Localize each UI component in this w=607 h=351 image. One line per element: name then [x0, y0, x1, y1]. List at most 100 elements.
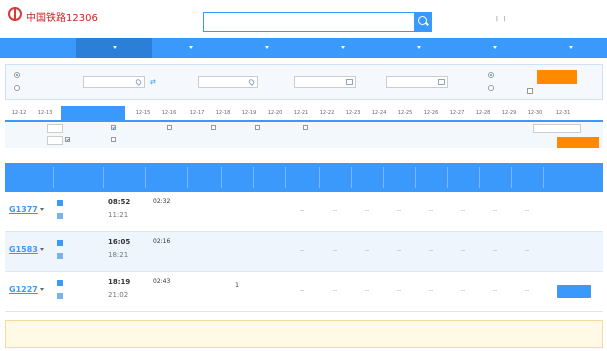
notice-box: [5, 320, 603, 348]
nav-home[interactable]: [0, 38, 76, 58]
adult-radio[interactable]: [488, 72, 494, 78]
date-tab[interactable]: 12-30: [523, 106, 547, 120]
col-times[interactable]: [103, 163, 145, 192]
chevron-down-icon[interactable]: [40, 288, 44, 291]
chevron-down-icon[interactable]: [40, 248, 44, 251]
nav-group[interactable]: [152, 38, 228, 58]
nav-business[interactable]: [380, 38, 456, 58]
date-tab[interactable]: 12-27: [445, 106, 469, 120]
seat-second: [253, 282, 285, 285]
filter-d[interactable]: [167, 125, 173, 131]
date-tab[interactable]: 12-21: [289, 106, 313, 120]
date-tab[interactable]: 12-26: [419, 106, 443, 120]
end-station-icon: [57, 212, 63, 219]
purpose-checkbox[interactable]: [527, 88, 533, 94]
student-radio[interactable]: [488, 85, 494, 91]
date-tab[interactable]: 12-20: [263, 106, 287, 120]
col-duration[interactable]: [145, 163, 187, 192]
calendar-icon[interactable]: [438, 79, 445, 85]
seat-first: [221, 242, 253, 245]
date-tab[interactable]: 12-12: [7, 106, 31, 120]
swap-stations-icon[interactable]: ⇄: [150, 78, 160, 86]
filter-gc[interactable]: [111, 125, 117, 131]
seat-empty: --: [492, 247, 498, 254]
checkbox-checked[interactable]: [111, 125, 116, 130]
query-button[interactable]: [537, 70, 577, 84]
chevron-down-icon: [341, 46, 345, 49]
col-emu-sleeper: [351, 163, 383, 192]
site-logo[interactable]: 中国铁路12306: [8, 5, 98, 33]
train-type-all[interactable]: [47, 124, 63, 133]
date-tab-active[interactable]: [61, 106, 125, 120]
checkbox[interactable]: [255, 125, 260, 130]
filter-button[interactable]: [557, 137, 599, 148]
user-area: | |: [490, 16, 602, 28]
date-tab[interactable]: 12-31: [551, 106, 575, 120]
date-tab[interactable]: 12-25: [393, 106, 417, 120]
seat-empty: --: [396, 247, 402, 254]
chevron-down-icon[interactable]: [40, 208, 44, 211]
nav-tickets[interactable]: [76, 38, 152, 58]
col-other: [511, 163, 543, 192]
from-station[interactable]: [57, 279, 64, 286]
book-button[interactable]: [557, 285, 591, 298]
seat-first: 1: [221, 282, 253, 292]
seat-second: [253, 242, 285, 245]
date-tab[interactable]: 12-29: [497, 106, 521, 120]
date-tab[interactable]: 12-23: [341, 106, 365, 120]
depart-time-select[interactable]: [533, 124, 581, 133]
checkbox[interactable]: [111, 137, 116, 142]
site-search-input[interactable]: [208, 16, 398, 28]
to-station[interactable]: [57, 212, 64, 219]
date-tab[interactable]: 12-28: [471, 106, 495, 120]
train-number-link[interactable]: G1227: [9, 285, 38, 294]
date-tab[interactable]: 12-24: [367, 106, 391, 120]
checkbox[interactable]: [211, 125, 216, 130]
station-all[interactable]: [47, 136, 63, 145]
col-remark: [543, 163, 603, 192]
date-tab[interactable]: 12-17: [185, 106, 209, 120]
oneway-radio[interactable]: [14, 72, 20, 78]
col-stations[interactable]: [53, 163, 103, 192]
checkbox[interactable]: [303, 125, 308, 130]
logo-title: 中国铁路12306: [26, 13, 98, 24]
checkbox-checked[interactable]: [65, 137, 70, 142]
duration: 02:16: [153, 238, 171, 245]
seat-second: [253, 202, 285, 205]
nav-station[interactable]: [304, 38, 380, 58]
seat-business: [187, 202, 221, 205]
nav-info[interactable]: [532, 38, 607, 58]
nav-member[interactable]: [228, 38, 304, 58]
date-tab[interactable]: 12-18: [211, 106, 235, 120]
filter-station-from[interactable]: [65, 137, 71, 143]
date-tab[interactable]: 12-19: [237, 106, 261, 120]
to-station[interactable]: [57, 292, 64, 299]
seat-availability: 1: [235, 282, 239, 289]
to-station[interactable]: [57, 252, 64, 259]
train-number-link[interactable]: G1583: [9, 245, 38, 254]
checkbox[interactable]: [167, 125, 172, 130]
date-tab[interactable]: 12-22: [315, 106, 339, 120]
filter-t[interactable]: [255, 125, 261, 131]
station-filter: [5, 135, 603, 147]
date-tab[interactable]: 12-15: [131, 106, 155, 120]
table-row: G1583 16:05 18:21 02:16 -- -- -- -- -- -…: [5, 232, 603, 272]
train-number-link[interactable]: G1377: [9, 205, 38, 214]
date-tab[interactable]: 12-13: [33, 106, 57, 120]
col-train[interactable]: [5, 163, 53, 192]
date-tab[interactable]: 12-16: [157, 106, 181, 120]
from-station[interactable]: [57, 239, 64, 246]
seat-empty: --: [524, 207, 530, 214]
filter-other[interactable]: [303, 125, 309, 131]
filter-z[interactable]: [211, 125, 217, 131]
filter-station-to[interactable]: [111, 137, 117, 143]
seat-empty: --: [332, 287, 338, 294]
ticket-query-panel: ⇄: [5, 64, 603, 100]
roundtrip-radio[interactable]: [14, 85, 20, 91]
search-icon[interactable]: [414, 12, 432, 32]
from-station[interactable]: [57, 199, 64, 206]
calendar-icon[interactable]: [346, 79, 353, 85]
separator: |: [503, 16, 506, 22]
col-soft-sleeper: [319, 163, 351, 192]
nav-guide[interactable]: [456, 38, 532, 58]
